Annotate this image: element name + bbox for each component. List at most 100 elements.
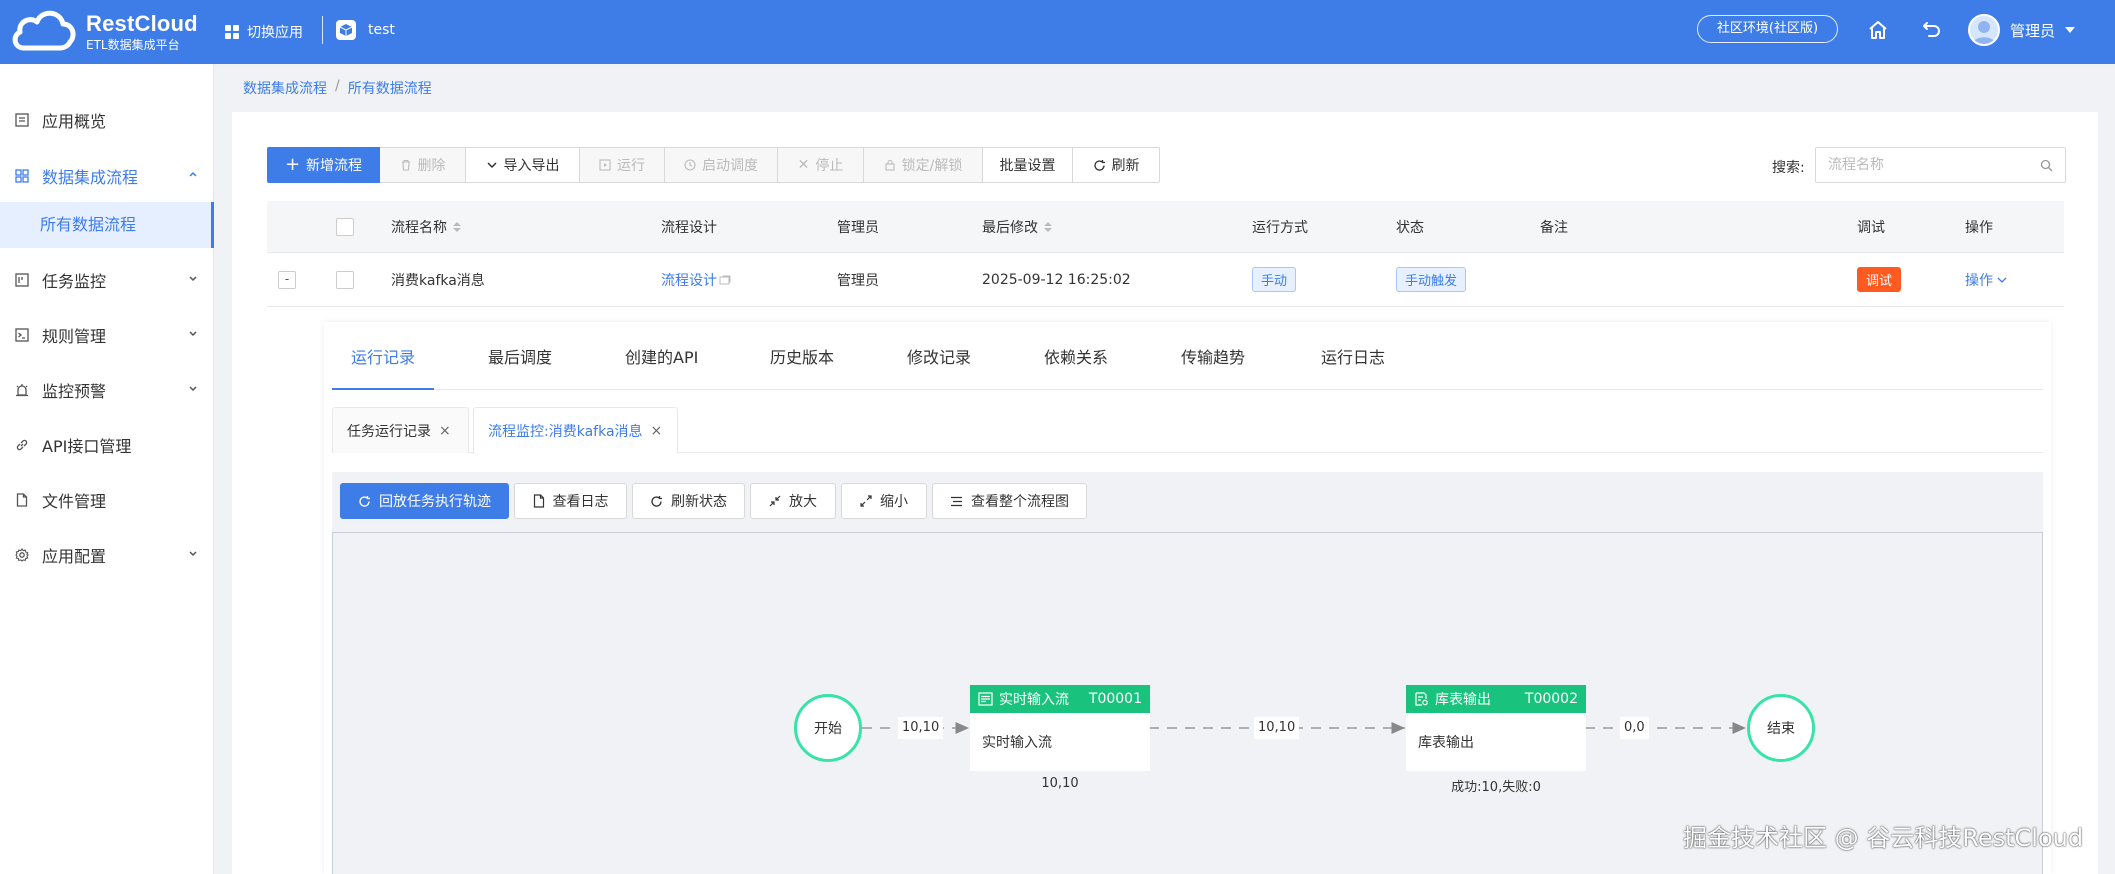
close-icon[interactable]: ×	[651, 423, 663, 439]
tab-change-log[interactable]: 修改记录	[907, 344, 971, 368]
env-badge[interactable]: 社区环境(社区版)	[1697, 15, 1838, 43]
button-label: 停止	[815, 158, 844, 174]
switch-app-button[interactable]: 切换应用	[225, 18, 303, 46]
sidebar-item-files[interactable]: 文件管理	[0, 476, 214, 524]
search-icon[interactable]	[2040, 159, 2053, 172]
sidebar-item-all-flows[interactable]: 所有数据流程	[0, 202, 214, 248]
header-status: 状态	[1396, 219, 1424, 236]
button-label: 启动调度	[702, 158, 758, 174]
select-all-checkbox[interactable]	[336, 217, 354, 236]
sidebar-item-label: API接口管理	[42, 437, 132, 456]
actions-dropdown[interactable]: 操作	[1965, 253, 2007, 306]
avatar	[1968, 14, 2000, 46]
zoom-out-button[interactable]: 缩小	[841, 483, 927, 519]
flow-name: 消费kafka消息	[391, 272, 485, 289]
sidebar-item-task-monitor[interactable]: 任务监控	[0, 256, 214, 304]
stream-icon	[978, 692, 993, 706]
sidebar-item-data-integration[interactable]: 数据集成流程	[0, 152, 214, 200]
breadcrumb-item[interactable]: 所有数据流程	[348, 78, 432, 98]
subtab-label: 流程监控:消费kafka消息	[488, 424, 643, 440]
back-icon[interactable]	[1918, 16, 1946, 44]
start-node[interactable]: 开始	[794, 694, 862, 762]
sidebar-item-overview[interactable]: 应用概览	[0, 96, 214, 144]
table-row: - 消费kafka消息 流程设计 管理员 2025-09-12 16:25:02…	[267, 253, 2064, 307]
sort-icon[interactable]	[1044, 221, 1052, 233]
subtab-flow-monitor[interactable]: 流程监控:消费kafka消息 ×	[473, 407, 678, 454]
tab-transfer-trend[interactable]: 传输趋势	[1181, 344, 1245, 368]
refresh-status-button[interactable]: 刷新状态	[632, 483, 745, 519]
close-icon[interactable]: ×	[439, 423, 451, 439]
header-remark: 备注	[1540, 219, 1568, 236]
delete-button[interactable]: 删除	[380, 147, 466, 183]
sidebar: 应用概览 数据集成流程 所有数据流程 任务监控 规则管理 监控预警 API接口管…	[0, 64, 214, 874]
subtab-task-records[interactable]: 任务运行记录 ×	[332, 407, 469, 453]
end-node[interactable]: 结束	[1747, 694, 1815, 762]
sidebar-item-api[interactable]: API接口管理	[0, 421, 214, 469]
node-title: 实时输入流	[999, 692, 1069, 708]
current-app[interactable]: test	[336, 16, 395, 44]
node-stat: 成功:10,失败:0	[1451, 780, 1541, 795]
tab-dependencies[interactable]: 依赖关系	[1044, 344, 1108, 368]
chevron-down-icon	[189, 386, 197, 392]
tab-created-api[interactable]: 创建的API	[625, 344, 698, 368]
cube-icon	[336, 20, 356, 40]
subtab-label: 任务运行记录	[347, 423, 431, 440]
button-label: 锁定/解锁	[901, 158, 963, 174]
sidebar-item-config[interactable]: 应用配置	[0, 531, 214, 579]
flow-node-realtime-input[interactable]: 实时输入流 T00001 实时输入流	[970, 685, 1150, 771]
lock-unlock-button[interactable]: 锁定/解锁	[864, 147, 983, 183]
main-card: + 新增流程 删除 导入导出 运行 启动调度 ✕ 停止 锁定/解锁 批量设置 刷…	[232, 112, 2098, 874]
row-checkbox[interactable]	[336, 270, 354, 289]
search-label: 搜索:	[1772, 160, 1805, 176]
sidebar-item-label: 数据集成流程	[42, 168, 139, 187]
sort-icon[interactable]	[453, 221, 461, 233]
stop-button[interactable]: ✕ 停止	[778, 147, 864, 183]
link-icon	[14, 437, 30, 453]
sidebar-item-alerts[interactable]: 监控预警	[0, 366, 214, 414]
flow-node-table-output[interactable]: 库表输出 T00002 库表输出	[1406, 685, 1586, 771]
actions-label: 操作	[1965, 272, 1993, 289]
import-export-button[interactable]: 导入导出	[466, 147, 580, 183]
expand-arrows-icon	[860, 495, 872, 507]
debug-button[interactable]: 调试	[1857, 267, 1902, 292]
run-button[interactable]: 运行	[580, 147, 665, 183]
start-schedule-button[interactable]: 启动调度	[665, 147, 778, 183]
tab-run-records[interactable]: 运行记录	[351, 344, 415, 368]
header-debug: 调试	[1857, 219, 1885, 236]
search-input[interactable]	[1828, 157, 2040, 173]
node-code: T00002	[1524, 691, 1578, 707]
user-menu[interactable]: 管理员	[1968, 12, 2076, 48]
button-label: 查看整个流程图	[971, 494, 1069, 510]
tab-last-schedule[interactable]: 最后调度	[488, 344, 552, 368]
refresh-button[interactable]: 刷新	[1073, 147, 1160, 183]
terminal-icon	[14, 327, 30, 343]
chevron-down-icon	[189, 276, 197, 282]
sidebar-item-rules[interactable]: 规则管理	[0, 311, 214, 359]
node-body: 库表输出	[1418, 735, 1474, 751]
view-log-button[interactable]: 查看日志	[514, 483, 627, 519]
batch-settings-button[interactable]: 批量设置	[983, 147, 1073, 183]
row-detail-panel: 运行记录 最后调度 创建的API 历史版本 修改记录 依赖关系 传输趋势 运行日…	[324, 322, 2051, 874]
logo[interactable]: RestCloud ETL数据集成平台	[10, 6, 210, 58]
logo-title: RestCloud	[86, 11, 198, 36]
add-flow-button[interactable]: + 新增流程	[267, 147, 380, 183]
home-icon[interactable]	[1864, 16, 1892, 44]
zoom-in-button[interactable]: 放大	[750, 483, 836, 519]
list-icon	[951, 496, 962, 506]
button-label: 查看日志	[552, 494, 609, 510]
tab-run-logs[interactable]: 运行日志	[1321, 344, 1385, 368]
flow-design-link[interactable]: 流程设计	[661, 253, 731, 306]
breadcrumb-item[interactable]: 数据集成流程	[243, 78, 327, 98]
row-collapse-toggle[interactable]: -	[278, 270, 296, 289]
monitor-icon	[14, 272, 30, 288]
tab-history-versions[interactable]: 历史版本	[770, 344, 834, 368]
view-full-flow-button[interactable]: 查看整个流程图	[932, 483, 1087, 519]
replay-trace-button[interactable]: 回放任务执行轨迹	[340, 483, 509, 519]
chevron-down-icon	[486, 162, 497, 169]
play-box-icon	[599, 159, 611, 171]
button-label: 回放任务执行轨迹	[379, 494, 491, 510]
node-code: T00001	[1088, 691, 1142, 707]
admin-name: 管理员	[837, 272, 879, 289]
button-label: 刷新	[1111, 158, 1140, 174]
shrink-arrows-icon	[769, 495, 781, 507]
